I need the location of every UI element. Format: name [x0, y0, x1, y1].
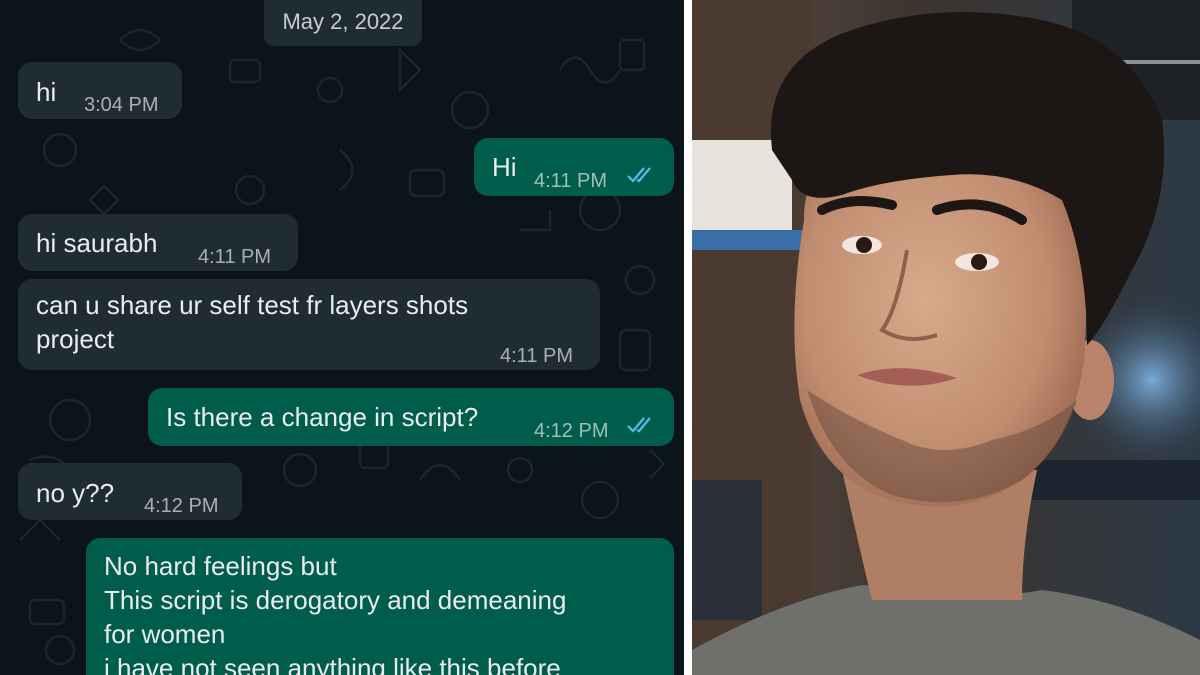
- message-bubble-incoming[interactable]: no y?? 4:12 PM: [18, 463, 242, 520]
- portrait-photo: [692, 0, 1200, 675]
- message-text: can u share ur self test fr layers shots…: [36, 290, 469, 354]
- double-tick-read-icon: [627, 417, 651, 433]
- message-timestamp: 4:11 PM: [500, 345, 573, 367]
- message-timestamp: 4:12 PM: [534, 420, 609, 442]
- message-text: No hard feelings but This script is dero…: [104, 551, 567, 675]
- message-text: hi saurabh: [36, 228, 158, 258]
- message-text: no y??: [36, 478, 115, 508]
- message-timestamp: 4:11 PM: [198, 246, 271, 268]
- message-bubble-outgoing[interactable]: No hard feelings but This script is dero…: [86, 538, 674, 675]
- chat-panel: May 2, 2022 hi 3:04 PM Hi 4:11 PM hi sau…: [0, 0, 684, 675]
- message-bubble-incoming[interactable]: can u share ur self test fr layers shots…: [18, 279, 600, 370]
- message-bubble-incoming[interactable]: hi 3:04 PM: [18, 62, 182, 119]
- message-text: hi: [36, 77, 57, 107]
- message-bubble-incoming[interactable]: hi saurabh 4:11 PM: [18, 214, 298, 271]
- message-timestamp: 4:12 PM: [144, 495, 219, 517]
- message-text: Hi: [492, 152, 517, 182]
- panel-divider: [684, 0, 692, 675]
- message-bubble-outgoing[interactable]: Is there a change in script? 4:12 PM: [148, 388, 674, 446]
- message-timestamp: 3:04 PM: [84, 94, 159, 116]
- message-timestamp: 4:11 PM: [534, 170, 607, 192]
- message-bubble-outgoing[interactable]: Hi 4:11 PM: [474, 138, 674, 196]
- message-text: Is there a change in script?: [166, 402, 479, 432]
- date-separator: May 2, 2022: [264, 0, 422, 46]
- portrait-illustration: [692, 0, 1200, 675]
- double-tick-read-icon: [627, 167, 651, 183]
